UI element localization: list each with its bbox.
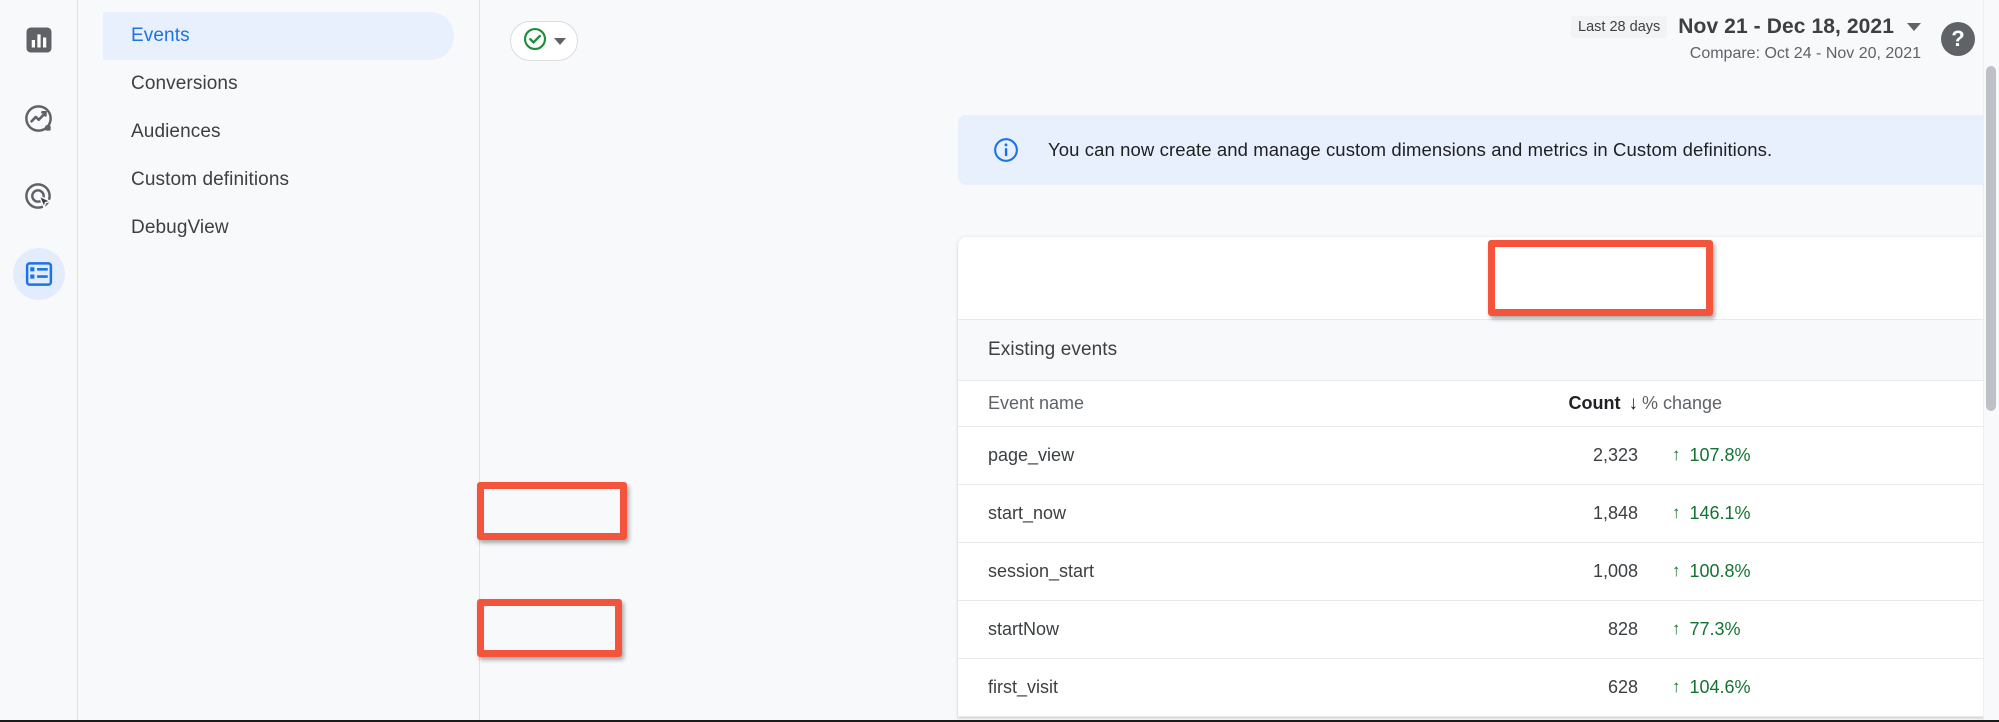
cell-count: 1,008 <box>1592 561 1638 581</box>
date-range-selector[interactable]: Last 28 days Nov 21 - Dec 18, 2021 Compa… <box>1571 15 1921 63</box>
rail-item-advertising[interactable] <box>13 170 65 222</box>
cell-count: 2,323 <box>1592 445 1638 465</box>
col-count[interactable]: Count ↓ <box>1418 393 1638 415</box>
table-row[interactable]: page_view 2,323 ↑107.8% 665 ↑97.3% <box>958 427 1999 485</box>
page-scrollbar-track[interactable] <box>1983 0 1999 722</box>
sidebar-item-debugview[interactable]: DebugView <box>103 204 454 252</box>
trend-up-icon: ↑ <box>1672 503 1681 522</box>
primary-icon-rail <box>0 0 78 722</box>
cell-count: 628 <box>1607 677 1638 697</box>
ga4-events-page: Events Conversions Audiences Custom defi… <box>0 0 1999 722</box>
advertising-icon <box>23 181 54 212</box>
col-event-name[interactable]: Event name <box>988 393 1418 414</box>
table-row[interactable]: start_now 1,848 ↑146.1% 458 ↑153.0% <box>958 485 1999 543</box>
sidebar-item-label: DebugView <box>131 217 229 238</box>
trend-up-icon: ↑ <box>1672 561 1681 580</box>
table-toolbar: Existing events <box>958 319 1999 381</box>
cell-event-name: first_visit <box>988 677 1059 697</box>
banner-message: You can now create and manage custom dim… <box>1048 139 1773 160</box>
sidebar-item-audiences[interactable]: Audiences <box>103 108 454 156</box>
trend-up-icon: ↑ <box>1672 445 1681 464</box>
cell-event-name: startNow <box>988 619 1060 639</box>
info-banner: You can now create and manage custom dim… <box>958 115 1999 185</box>
cell-count-change: ↑ 146.1% <box>1638 503 1898 524</box>
sidebar-item-custom-definitions[interactable]: Custom definitions <box>103 156 454 204</box>
chevron-down-icon <box>1907 23 1921 31</box>
content-topbar: Last 28 days Nov 21 - Dec 18, 2021 Compa… <box>480 0 1999 84</box>
col-count-label: Count <box>1568 393 1621 413</box>
configure-icon <box>24 259 54 289</box>
help-button[interactable]: ? <box>1941 22 1975 56</box>
cell-count: 828 <box>1607 619 1638 639</box>
table-row[interactable]: session_start 1,008 ↑100.8% 665 ↑96.2% <box>958 543 1999 601</box>
audience-selector-chip[interactable] <box>510 21 578 61</box>
events-card: Modify event Create event Existing event… <box>958 237 1999 717</box>
cell-count-change: ↑ 107.8% <box>1638 445 1898 466</box>
reports-icon <box>24 25 54 55</box>
cell-count-change-value: 107.8% <box>1689 445 1751 465</box>
date-compare-label: Compare: Oct 24 - Nov 20, 2021 <box>1689 45 1921 62</box>
sidebar-item-events[interactable]: Events <box>103 12 454 60</box>
check-circle-icon <box>522 26 548 57</box>
cell-count-change: ↑ 100.8% <box>1638 561 1898 582</box>
cell-count-change: ↑ 104.6% <box>1638 677 1898 698</box>
cell-event-name: session_start <box>988 561 1095 581</box>
sidebar-item-label: Conversions <box>131 73 238 94</box>
sort-descending-icon: ↓ <box>1628 392 1639 414</box>
table-row[interactable]: first_visit 628 ↑104.6% 627 ↑104.9% <box>958 659 1999 717</box>
sidebar-item-label: Custom definitions <box>131 169 290 190</box>
info-icon <box>992 136 1020 164</box>
page-scrollbar-thumb[interactable] <box>1986 66 1996 411</box>
help-icon: ? <box>1951 26 1965 51</box>
cell-event-name: start_now <box>988 503 1067 523</box>
table-header-row: Event name Count ↓ % change Users % chan… <box>958 381 1999 427</box>
chevron-down-icon <box>554 37 566 45</box>
secondary-sidebar: Events Conversions Audiences Custom defi… <box>78 0 480 722</box>
cell-event-name: page_view <box>988 445 1075 465</box>
cell-count-change-value: 104.6% <box>1689 677 1751 697</box>
card-action-bar: Modify event Create event <box>958 237 1999 319</box>
table-row[interactable]: startNow 828 ↑77.3% 350 ↑81.3% <box>958 601 1999 659</box>
rail-item-configure[interactable] <box>12 248 65 300</box>
col-count-change[interactable]: % change <box>1638 393 1898 414</box>
cell-count-change: ↑ 77.3% <box>1638 619 1898 640</box>
main-content: Last 28 days Nov 21 - Dec 18, 2021 Compa… <box>480 0 1999 722</box>
sidebar-item-conversions[interactable]: Conversions <box>103 60 454 108</box>
cell-count: 1,848 <box>1592 503 1638 523</box>
date-range-value: Nov 21 - Dec 18, 2021 <box>1678 15 1894 38</box>
explore-icon <box>23 103 54 134</box>
table-title: Existing events <box>988 339 1118 360</box>
cell-count-change-value: 146.1% <box>1689 503 1751 523</box>
cell-count-change-value: 77.3% <box>1689 619 1741 639</box>
rail-item-explore[interactable] <box>13 92 65 144</box>
cell-count-change-value: 100.8% <box>1689 561 1751 581</box>
sidebar-item-label: Events <box>131 25 190 46</box>
rail-item-reports[interactable] <box>13 14 65 66</box>
sidebar-item-label: Audiences <box>131 121 221 142</box>
trend-up-icon: ↑ <box>1672 677 1681 696</box>
date-preset-badge: Last 28 days <box>1571 16 1668 38</box>
trend-up-icon: ↑ <box>1672 619 1681 638</box>
